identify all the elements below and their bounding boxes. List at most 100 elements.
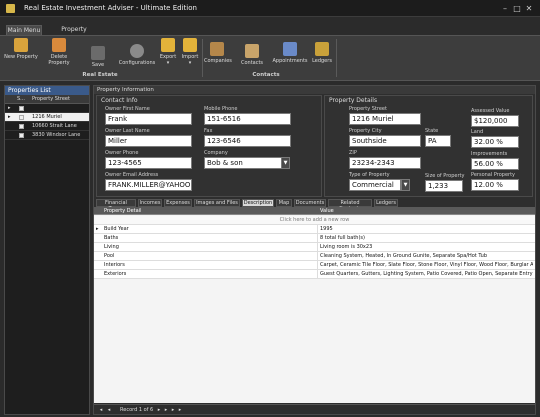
column-divider [317,252,318,260]
tab-financial-terms[interactable]: Financial Terms [96,199,136,212]
value-cell[interactable]: 1995 [320,226,533,232]
new-property-button[interactable]: New Property [4,38,38,60]
filter-row[interactable]: ▸ [5,104,89,113]
save-icon [91,46,105,60]
property-street-field[interactable]: 1216 Muriel [349,113,421,125]
size-of-property-field[interactable]: 1,233 [425,180,463,192]
street-column-header[interactable]: Property Street [32,96,70,102]
property-information-panel: Property Information Contact Info Owner … [93,85,536,415]
size-of-property-label: Size of Property [425,173,465,179]
companies-button[interactable]: Companies [204,38,232,64]
improvements-field[interactable]: 56.00 % [471,158,519,170]
append-record-icon[interactable]: ▸ [177,407,183,413]
value-cell[interactable]: 8 total full bath(s) [320,235,533,241]
tab-images-and-files[interactable]: Images and Files [194,199,240,207]
personal-property-field[interactable]: 12.00 % [471,179,519,191]
save-button[interactable]: Save [88,38,108,68]
tab-expenses[interactable]: Expenses [164,199,192,207]
column-divider [317,270,318,278]
mobile-phone-field[interactable]: 151-6516 [204,113,291,125]
previous-record-icon[interactable]: ◂ [106,407,112,413]
description-grid: Property Detail Value Click here to add … [94,207,535,403]
filter-checkbox[interactable] [19,106,24,111]
ledgers-button[interactable]: Ledgers [310,38,334,64]
last-record-icon[interactable]: ▸ [170,407,176,413]
detail-cell[interactable]: Build Year [104,226,129,232]
status-column-header[interactable]: S... [17,96,25,102]
list-item[interactable]: 3830 Windsor Lane [5,131,89,140]
owner-email-label: Owner Email Address [105,172,159,178]
row-checkbox[interactable] [19,133,24,138]
detail-cell[interactable]: Exteriors [104,271,126,277]
row-checkbox[interactable] [19,124,24,129]
column-divider [317,234,318,242]
property-city-field[interactable]: Southside [349,135,421,147]
new-row[interactable]: Click here to add a new row [94,216,535,225]
owner-first-name-label: Owner First Name [105,106,150,112]
group-divider [336,39,337,77]
configurations-button[interactable]: Configurations [118,38,156,66]
list-item[interactable]: 10660 Strait Lane [5,122,89,131]
table-row[interactable]: Baths 8 total full bath(s) [94,234,535,243]
configurations-label: Configurations [118,60,156,66]
tab-property-analyzer[interactable]: Property Analyzer [48,25,100,43]
detail-cell[interactable]: Pool [104,253,114,259]
close-icon[interactable]: ✕ [524,4,534,14]
value-cell[interactable]: Guest Quarters, Gutters, Lighting System… [320,271,533,277]
tab-documents[interactable]: Documents [294,199,326,207]
property-details-group: Property Details Property Street 1216 Mu… [324,95,533,197]
new-property-label: New Property [4,54,38,60]
table-row[interactable]: Interiors Carpet, Ceramic Tile Floor, Sl… [94,261,535,270]
row-checkbox[interactable] [19,115,24,120]
assessed-value-field[interactable]: $120,000 [471,115,519,127]
record-navigator: ◂ ◂ Record 1 of 6 ▸ ▸ ▸ ▸ [94,404,535,414]
tab-incomes[interactable]: Incomes [138,199,162,207]
tab-main-menu[interactable]: Main Menu [6,25,42,35]
type-of-property-select[interactable]: Commercial [349,179,401,191]
table-row[interactable]: Exteriors Guest Quarters, Gutters, Light… [94,270,535,279]
appointments-button[interactable]: Appointments [272,38,308,64]
type-dropdown-icon[interactable]: ▼ [401,179,410,191]
table-row[interactable]: ▸ Build Year 1995 [94,225,535,234]
delete-property-button[interactable]: Delete Property [44,38,74,66]
contacts-button[interactable]: Contacts [240,38,264,66]
property-detail-column-header[interactable]: Property Detail [104,208,141,214]
row-indicator-icon: ▸ [96,226,99,232]
owner-first-name-field[interactable]: Frank [105,113,192,125]
export-button[interactable]: Export ▾ [158,38,178,66]
detail-cell[interactable]: Living [104,244,119,250]
state-field[interactable]: PA [425,135,451,147]
value-cell[interactable]: Living room is 30x23 [320,244,533,250]
delete-property-label: Delete Property [48,54,70,66]
maximize-icon[interactable]: □ [512,4,522,14]
fax-field[interactable]: 123-6546 [204,135,291,147]
list-item[interactable]: ▸ 1216 Muriel [5,113,89,122]
window-title: Real Estate Investment Adviser - Ultimat… [24,4,197,12]
next-record-icon[interactable]: ▸ [156,407,162,413]
tab-ledgers[interactable]: Ledgers [374,199,398,207]
owner-phone-field[interactable]: 123-4565 [105,157,192,169]
land-field[interactable]: 32.00 % [471,136,519,148]
company-dropdown-icon[interactable]: ▼ [281,157,290,169]
minimize-icon[interactable]: – [500,4,510,14]
import-button[interactable]: Import ▾ [180,38,200,66]
ledgers-icon [315,42,329,56]
tab-related-contacts[interactable]: Related Contacts [328,199,372,212]
zip-field[interactable]: 23234-2343 [349,157,421,169]
tab-map[interactable]: Map [276,199,292,207]
next-page-icon[interactable]: ▸ [163,407,169,413]
contact-info-group: Contact Info Owner First Name Frank Owne… [96,95,322,197]
value-cell[interactable]: Carpet, Ceramic Tile Floor, Slate Floor,… [320,262,533,268]
table-row[interactable]: Living Living room is 30x23 [94,243,535,252]
company-select[interactable]: Bob & son [204,157,282,169]
value-cell[interactable]: Cleaning System, Heated, In Ground Gunit… [320,253,533,259]
detail-cell[interactable]: Interiors [104,262,125,268]
detail-cell[interactable]: Baths [104,235,118,241]
table-row[interactable]: Pool Cleaning System, Heated, In Ground … [94,252,535,261]
owner-last-name-field[interactable]: Miller [105,135,192,147]
value-column-header[interactable]: Value [320,208,334,214]
detail-tabs: Financial Terms Incomes Expenses Images … [94,199,535,212]
tab-description[interactable]: Description [242,199,274,207]
first-record-icon[interactable]: ◂ [98,407,104,413]
owner-email-field[interactable]: FRANK.MILLER@YAHOO [105,179,192,191]
